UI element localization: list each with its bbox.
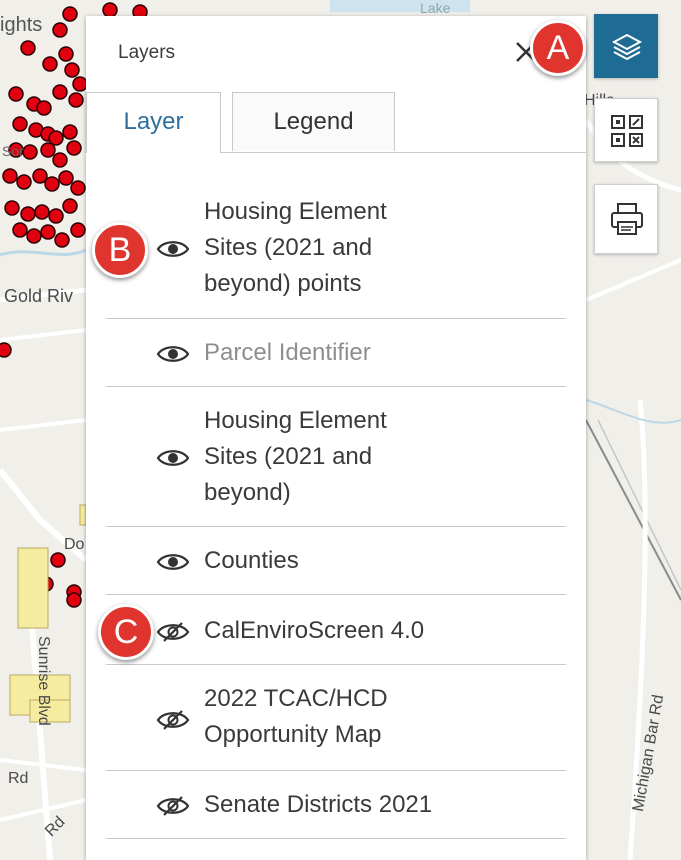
layer-row-tcac-hcd[interactable]: 2022 TCAC/HCD Opportunity Map [106, 665, 566, 771]
layer-label: 2022 TCAC/HCD Opportunity Map [204, 685, 388, 748]
map-point[interactable] [48, 208, 64, 224]
tab-bar: Layer Legend [86, 92, 586, 153]
map-point[interactable] [70, 222, 86, 238]
map-point[interactable] [12, 116, 28, 132]
map-point[interactable] [64, 62, 80, 78]
map-point[interactable] [102, 2, 118, 18]
map-point[interactable] [58, 170, 74, 186]
layer-row-senate-districts[interactable]: Senate Districts 2021 [106, 771, 566, 839]
layer-list: Housing Element Sites (2021 and beyond) … [106, 180, 566, 839]
map-point[interactable] [50, 552, 66, 568]
layer-row-calenviroscreen[interactable]: CalEnviroScreen 4.0 [106, 595, 566, 665]
map-point[interactable] [54, 232, 70, 248]
map-label-rd: Rd [8, 770, 29, 787]
layer-row-parcel-identifier[interactable]: Parcel Identifier [106, 319, 566, 387]
map-point[interactable] [40, 142, 56, 158]
layers-panel: Layers Layer Legend Housing Element Site… [86, 16, 586, 860]
map-point[interactable] [4, 200, 20, 216]
map-point[interactable] [42, 56, 58, 72]
layer-label: Parcel Identifier [204, 339, 371, 366]
map-point[interactable] [62, 124, 78, 140]
tab-legend[interactable]: Legend [232, 92, 395, 151]
layer-label: Senate Districts 2021 [204, 791, 433, 818]
tab-layer[interactable]: Layer [86, 92, 221, 153]
map-label-lake: Lake [420, 0, 451, 16]
map-point[interactable] [16, 174, 32, 190]
map-label-gold-river: Gold Riv [4, 286, 74, 306]
qr-code-button[interactable] [594, 98, 658, 162]
map-label-sor: Sor [2, 143, 24, 159]
map-point[interactable] [26, 228, 42, 244]
map-point[interactable] [52, 152, 68, 168]
map-label-sunrise-blvd: Sunrise Blvd [35, 636, 52, 726]
layer-label: Housing Element Sites (2021 and beyond) [204, 407, 387, 506]
map-point[interactable] [52, 84, 68, 100]
map-label-do: Do [64, 536, 85, 553]
map-point[interactable] [34, 204, 50, 220]
map-point[interactable] [2, 168, 18, 184]
layer-row-counties[interactable]: Counties [106, 527, 566, 595]
map-point[interactable] [22, 144, 38, 160]
map-point[interactable] [40, 224, 56, 240]
map-point[interactable] [20, 40, 36, 56]
map-point[interactable] [0, 342, 12, 358]
map-point[interactable] [72, 76, 88, 92]
callout-c: C [98, 604, 154, 660]
layers-icon [611, 33, 643, 61]
map-point[interactable] [8, 86, 24, 102]
layer-row-housing-element[interactable]: Housing Element Sites (2021 and beyond) [106, 387, 566, 527]
eye-icon[interactable] [156, 447, 190, 469]
map-point[interactable] [36, 100, 52, 116]
map-point[interactable] [58, 46, 74, 62]
map-point[interactable] [52, 22, 68, 38]
layer-label: Counties [204, 547, 299, 574]
map-point[interactable] [70, 180, 86, 196]
print-button[interactable] [594, 184, 658, 254]
map-point[interactable] [66, 592, 82, 608]
map-point[interactable] [44, 176, 60, 192]
layers-button[interactable] [594, 14, 658, 78]
layer-label: Housing Element Sites (2021 and beyond) … [204, 198, 387, 297]
print-icon [611, 203, 643, 235]
layer-row-housing-element-points[interactable]: Housing Element Sites (2021 and beyond) … [106, 180, 566, 319]
eye-off-icon[interactable] [156, 709, 190, 731]
map-point[interactable] [68, 92, 84, 108]
eye-off-icon[interactable] [156, 795, 190, 817]
map-point[interactable] [12, 222, 28, 238]
eye-icon[interactable] [156, 343, 190, 365]
eye-off-icon[interactable] [156, 621, 190, 643]
map-parcel[interactable] [17, 547, 49, 629]
map-label-heights: ights [0, 14, 43, 36]
map-point[interactable] [20, 206, 36, 222]
panel-title: Layers [118, 42, 176, 63]
eye-icon[interactable] [156, 238, 190, 260]
map-point[interactable] [66, 140, 82, 156]
map-point[interactable] [62, 6, 78, 22]
qr-code-icon [611, 115, 643, 147]
callout-b: B [92, 222, 148, 278]
eye-icon[interactable] [156, 551, 190, 573]
map-point[interactable] [62, 198, 78, 214]
layer-label: CalEnviroScreen 4.0 [204, 617, 425, 644]
callout-a: A [530, 20, 586, 76]
